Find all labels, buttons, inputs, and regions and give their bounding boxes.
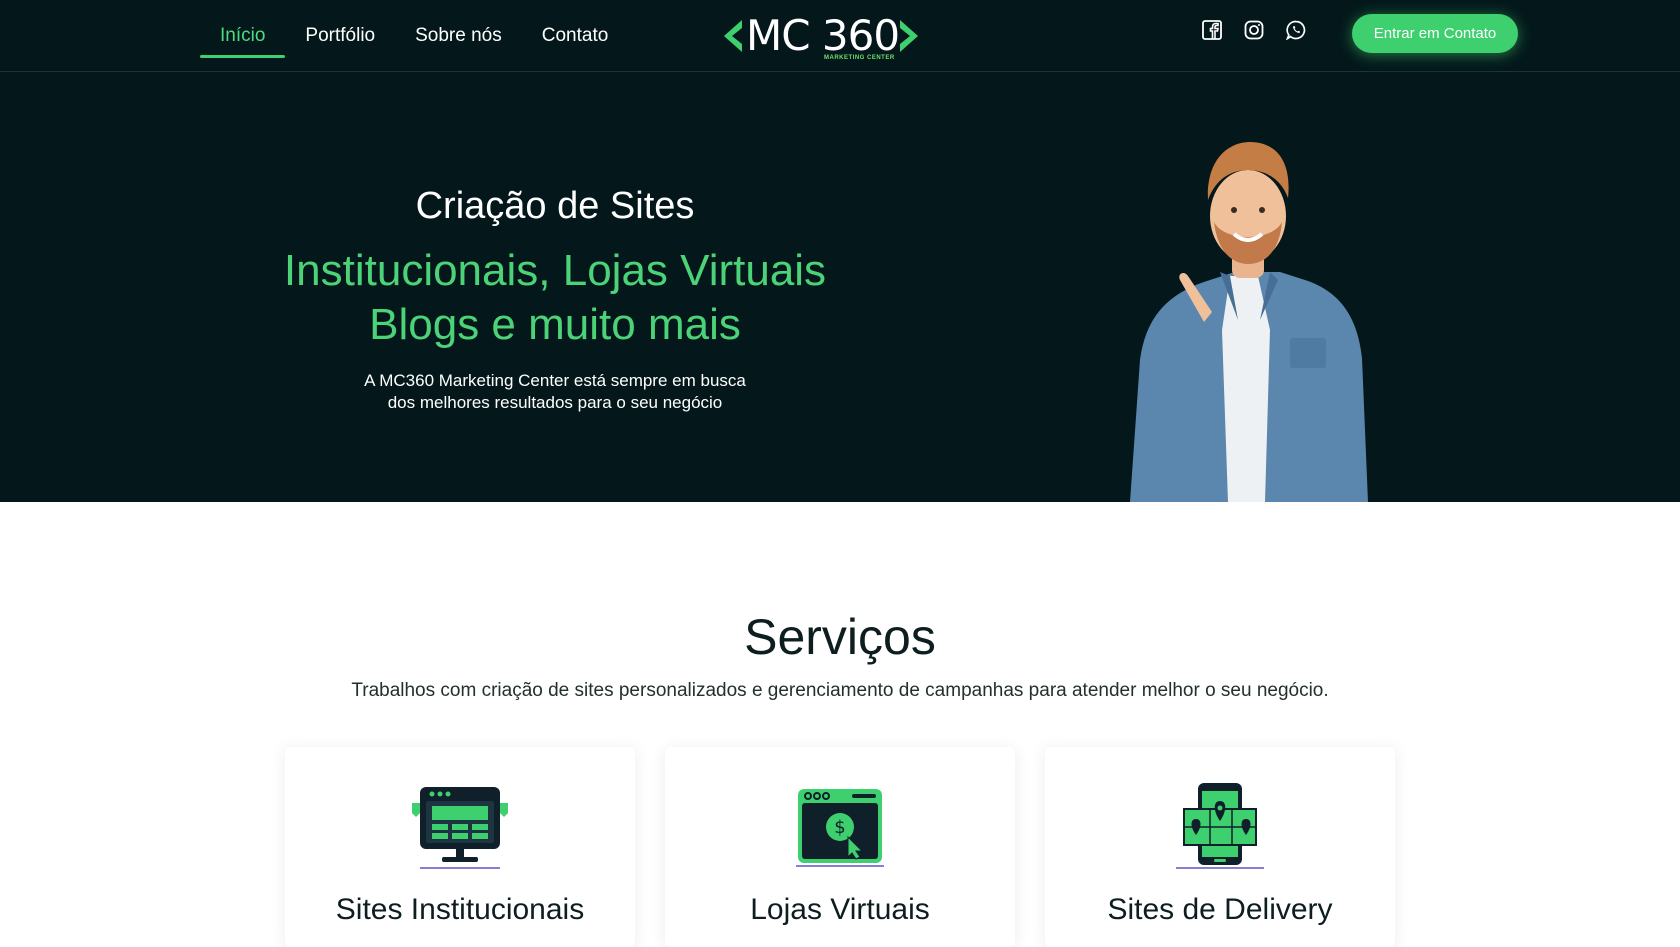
services-title: Serviços xyxy=(744,609,936,665)
chevron-right-icon xyxy=(900,20,918,52)
main-nav: Início Portfólio Sobre nós Contato xyxy=(200,0,628,72)
hero-text: Criação de Sites Institucionais, Lojas V… xyxy=(255,182,855,414)
delivery-phone-map-icon xyxy=(1176,783,1264,869)
online-store-icon: $ xyxy=(796,789,884,867)
chevron-left-icon xyxy=(724,20,742,52)
service-card-delivery[interactable]: Sites de Delivery xyxy=(1045,747,1395,947)
social-links xyxy=(1200,18,1308,42)
service-card-institucionais[interactable]: Sites Institucionais xyxy=(285,747,635,947)
service-card-title: Sites de Delivery xyxy=(1107,893,1333,926)
hero-person-image xyxy=(1130,142,1368,502)
hero-title: Criação de Sites xyxy=(415,185,695,227)
nav-item-portfolio[interactable]: Portfólio xyxy=(285,0,395,72)
hero-subtitle-line2: Blogs e muito mais xyxy=(369,300,741,349)
hero-subtitle: Institucionais, Lojas Virtuais Blogs e m… xyxy=(255,244,855,352)
hero-desc-line1: A MC360 Marketing Center está sempre em … xyxy=(364,371,746,390)
nav-item-sobre-nos[interactable]: Sobre nós xyxy=(395,0,522,72)
site-header: Início Portfólio Sobre nós Contato MC 36… xyxy=(0,0,1680,72)
instagram-icon[interactable] xyxy=(1242,18,1266,42)
brand-logo[interactable]: MC 360 MARKETING CENTER xyxy=(722,12,922,64)
monitor-website-icon xyxy=(412,787,508,869)
service-card-title: Lojas Virtuais xyxy=(750,893,930,926)
svg-text:$: $ xyxy=(834,817,845,838)
nav-item-contato[interactable]: Contato xyxy=(522,0,629,72)
hero-description: A MC360 Marketing Center está sempre em … xyxy=(255,370,855,414)
service-card-title: Sites Institucionais xyxy=(335,893,585,926)
contact-cta-button[interactable]: Entrar em Contato xyxy=(1352,14,1518,53)
logo-subtitle: MARKETING CENTER xyxy=(824,55,895,61)
services-description: Trabalhos com criação de sites personali… xyxy=(351,680,1329,701)
hero-desc-line2: dos melhores resultados para o seu negóc… xyxy=(387,393,723,412)
service-card-lojas-virtuais[interactable]: $ Lojas Virtuais xyxy=(665,747,1015,947)
nav-item-inicio[interactable]: Início xyxy=(200,0,286,72)
hero-subtitle-line1: Institucionais, Lojas Virtuais xyxy=(283,246,827,295)
facebook-icon[interactable] xyxy=(1200,18,1224,42)
logo-text: MC 360 xyxy=(746,11,900,60)
hero-section: Criação de Sites Institucionais, Lojas V… xyxy=(0,72,1680,502)
whatsapp-icon[interactable] xyxy=(1284,18,1308,42)
